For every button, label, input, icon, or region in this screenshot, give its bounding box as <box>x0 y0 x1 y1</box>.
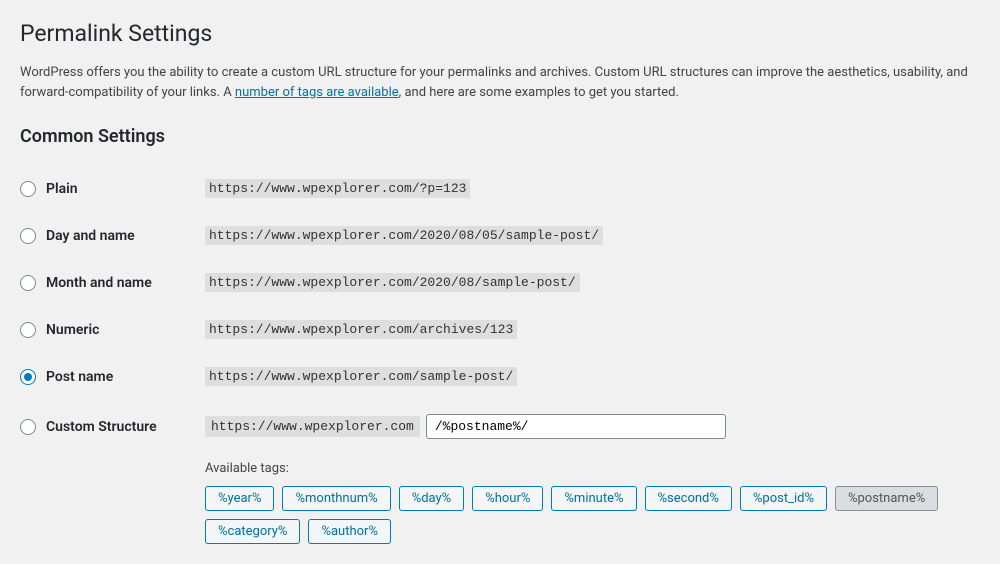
common-settings-heading: Common Settings <box>20 126 980 147</box>
example-month-name: https://www.wpexplorer.com/2020/08/sampl… <box>205 273 580 292</box>
example-numeric: https://www.wpexplorer.com/archives/123 <box>205 320 517 339</box>
tags-link[interactable]: number of tags are available <box>235 85 399 100</box>
option-row-month-name: Month and name https://www.wpexplorer.co… <box>20 259 980 306</box>
option-row-custom: Custom Structure https://www.wpexplorer.… <box>20 400 980 453</box>
example-post-name: https://www.wpexplorer.com/sample-post/ <box>205 367 517 386</box>
tag-button[interactable]: %post_id% <box>740 486 827 511</box>
custom-structure-input[interactable] <box>426 414 726 439</box>
example-plain: https://www.wpexplorer.com/?p=123 <box>205 179 470 198</box>
intro-paragraph: WordPress offers you the ability to crea… <box>20 63 980 102</box>
tag-button[interactable]: %author% <box>308 519 391 544</box>
label-plain[interactable]: Plain <box>46 181 78 197</box>
radio-numeric[interactable] <box>20 322 36 338</box>
tag-button[interactable]: %year% <box>205 486 274 511</box>
label-post-name[interactable]: Post name <box>46 369 113 385</box>
tag-button[interactable]: %postname% <box>835 486 938 511</box>
available-tags-block: Available tags: %year% %monthnum% %day% %ho… <box>205 461 980 544</box>
tag-button[interactable]: %second% <box>645 486 732 511</box>
radio-plain[interactable] <box>20 181 36 197</box>
tag-button[interactable]: %minute% <box>551 486 636 511</box>
tag-button[interactable]: %monthnum% <box>282 486 390 511</box>
label-custom[interactable]: Custom Structure <box>46 419 157 435</box>
tag-buttons-row: %year% %monthnum% %day% %hour% %minute% %seco… <box>205 486 980 544</box>
radio-month-name[interactable] <box>20 275 36 291</box>
page-title: Permalink Settings <box>20 20 980 47</box>
example-day-name: https://www.wpexplorer.com/2020/08/05/sa… <box>205 226 603 245</box>
label-day-name[interactable]: Day and name <box>46 228 135 244</box>
custom-prefix: https://www.wpexplorer.com <box>205 416 420 437</box>
option-row-post-name: Post name https://www.wpexplorer.com/sam… <box>20 353 980 400</box>
tag-button[interactable]: %category% <box>205 519 300 544</box>
option-row-plain: Plain https://www.wpexplorer.com/?p=123 <box>20 165 980 212</box>
radio-day-name[interactable] <box>20 228 36 244</box>
label-month-name[interactable]: Month and name <box>46 275 152 291</box>
tag-button[interactable]: %day% <box>399 486 465 511</box>
radio-post-name[interactable] <box>20 369 36 385</box>
label-numeric[interactable]: Numeric <box>46 322 99 338</box>
tag-button[interactable]: %hour% <box>472 486 543 511</box>
intro-text-post: , and here are some examples to get you … <box>399 85 679 100</box>
option-row-numeric: Numeric https://www.wpexplorer.com/archi… <box>20 306 980 353</box>
option-row-day-name: Day and name https://www.wpexplorer.com/… <box>20 212 980 259</box>
available-tags-label: Available tags: <box>205 461 980 476</box>
radio-custom[interactable] <box>20 419 36 435</box>
